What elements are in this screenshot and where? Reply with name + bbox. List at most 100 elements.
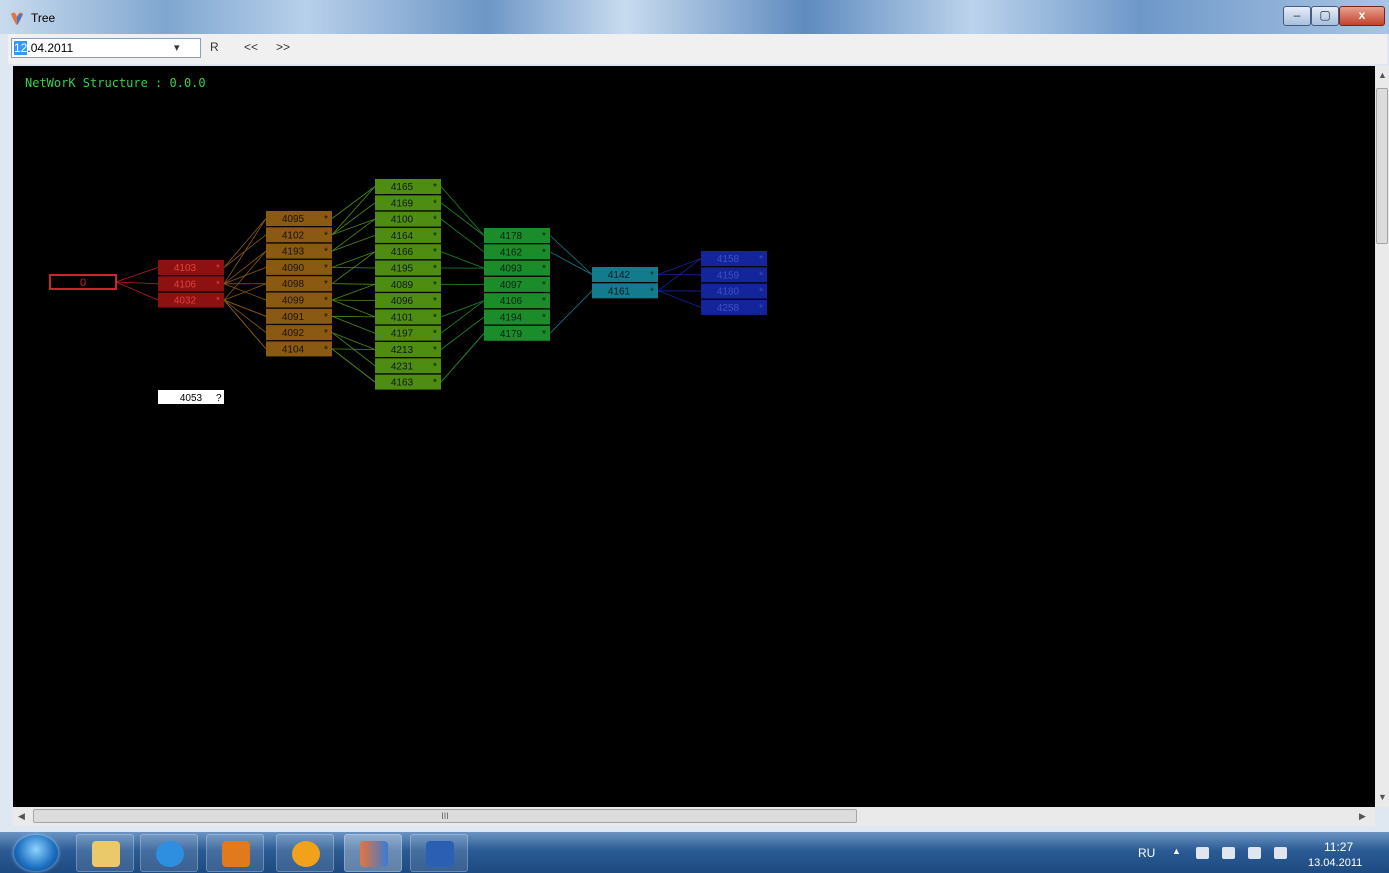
tree-node[interactable]: 4098 * <box>266 276 332 292</box>
tree-node-marker[interactable]: * <box>324 296 328 307</box>
device-icon[interactable] <box>1222 847 1235 859</box>
tree-node-marker[interactable]: * <box>433 231 437 242</box>
tree-node[interactable]: 4032 * <box>158 292 224 308</box>
title-bar[interactable]: Tree – ▢ x <box>0 0 1389 34</box>
tree-node[interactable]: 4164 * <box>375 227 441 243</box>
tree-node-marker[interactable]: * <box>324 247 328 258</box>
tree-node[interactable]: 4166 * <box>375 244 441 260</box>
vertical-scroll-thumb[interactable] <box>1376 88 1388 244</box>
tree-node[interactable]: 4093 * <box>484 260 550 276</box>
tree-node[interactable]: 4103 * <box>158 260 224 275</box>
tree-node[interactable]: 4213 * <box>375 342 441 357</box>
tree-node-marker[interactable]: * <box>433 264 437 275</box>
tree-node[interactable]: 4162 * <box>484 244 550 260</box>
tree-node[interactable]: 4091 * <box>266 308 332 324</box>
network-canvas[interactable]: NetWorK Structure : 0.0.0 0 4103 * 4106 * 403… <box>13 66 1375 807</box>
tree-node-marker[interactable]: * <box>759 270 763 281</box>
scroll-right-icon[interactable]: ▶ <box>1359 811 1366 822</box>
horizontal-scroll-thumb[interactable]: III <box>33 809 857 823</box>
tree-node-marker[interactable]: * <box>433 198 437 209</box>
tree-node[interactable]: 4197 * <box>375 325 441 341</box>
tree-node-marker[interactable]: * <box>542 313 546 324</box>
tree-node-marker[interactable]: * <box>216 263 220 274</box>
tree-node[interactable]: 4159 * <box>701 267 767 283</box>
tree-node-marker[interactable]: * <box>433 329 437 340</box>
horizontal-scrollbar[interactable]: ◀ III ▶ <box>13 807 1375 826</box>
tree-node[interactable]: 4101 * <box>375 309 441 325</box>
refresh-button[interactable]: R <box>210 40 219 54</box>
tree-node[interactable]: 4106 * <box>158 276 224 292</box>
tree-node-marker[interactable]: * <box>542 231 546 242</box>
tree-node-marker[interactable]: * <box>542 264 546 275</box>
tree-node[interactable]: 4258 * <box>701 299 767 315</box>
tree-node[interactable]: 4097 * <box>484 276 550 292</box>
taskbar-media-player[interactable] <box>206 834 264 872</box>
start-button[interactable] <box>14 835 58 871</box>
network-icon[interactable] <box>1248 847 1261 859</box>
tree-node[interactable]: 4142 * <box>592 267 658 282</box>
tree-node[interactable]: 4096 * <box>375 293 441 309</box>
next-button[interactable]: >> <box>276 40 290 54</box>
tree-node[interactable]: 4106 * <box>484 293 550 309</box>
tree-node[interactable]: 4095 * <box>266 211 332 226</box>
tree-node-marker[interactable]: * <box>433 215 437 226</box>
tree-node[interactable]: 4193 * <box>266 243 332 259</box>
scroll-down-icon[interactable]: ▼ <box>1378 792 1387 802</box>
tree-node-marker[interactable]: * <box>324 312 328 323</box>
tree-node[interactable]: 4099 * <box>266 292 332 308</box>
tree-node-marker[interactable]: * <box>433 296 437 307</box>
tree-node-marker[interactable]: * <box>542 280 546 291</box>
tree-node-marker[interactable]: * <box>433 247 437 258</box>
tree-node-marker[interactable]: * <box>542 247 546 258</box>
tree-node-marker[interactable]: * <box>324 230 328 241</box>
taskbar-ie[interactable] <box>140 834 198 872</box>
tree-node[interactable]: 4104 * <box>266 341 332 357</box>
tree-node-marker[interactable]: * <box>759 287 763 298</box>
tree-node-marker[interactable]: * <box>542 329 546 340</box>
tree-node[interactable]: 4158 * <box>701 251 767 266</box>
tree-node-marker[interactable]: * <box>433 280 437 291</box>
tree-node-marker[interactable]: * <box>650 286 654 297</box>
tree-node-marker[interactable]: * <box>324 344 328 355</box>
clock-time[interactable]: 11:27 <box>1324 840 1353 854</box>
tree-node[interactable]: 4089 * <box>375 276 441 292</box>
tree-node-marker[interactable]: * <box>650 270 654 281</box>
prev-button[interactable]: << <box>244 40 258 54</box>
taskbar-app[interactable] <box>276 834 334 872</box>
date-picker[interactable]: 12.04.2011 ▾ <box>11 38 201 58</box>
tree-node-marker[interactable]: * <box>433 378 437 389</box>
tree-node[interactable]: 4165 * <box>375 179 441 194</box>
tree-node[interactable]: 4178 * <box>484 228 550 243</box>
scroll-left-icon[interactable]: ◀ <box>18 811 25 822</box>
tree-node-marker[interactable]: * <box>216 296 220 307</box>
tree-node[interactable]: 4161 * <box>592 283 658 299</box>
tree-node-marker[interactable]: * <box>433 182 437 193</box>
tree-node-marker[interactable]: * <box>324 328 328 339</box>
tree-node[interactable]: 4092 * <box>266 325 332 341</box>
taskbar-word[interactable] <box>410 834 468 872</box>
tree-node-marker[interactable]: * <box>433 345 437 356</box>
close-button[interactable]: x <box>1339 6 1385 26</box>
minimize-button[interactable]: – <box>1283 6 1311 26</box>
tree-node[interactable]: 4194 * <box>484 309 550 325</box>
scroll-up-icon[interactable]: ▲ <box>1378 70 1387 80</box>
tree-node[interactable]: 4231 * <box>375 358 441 374</box>
tree-node-marker[interactable]: * <box>324 214 328 225</box>
language-indicator[interactable]: RU <box>1138 846 1155 860</box>
clock-date[interactable]: 13.04.2011 <box>1308 857 1362 869</box>
tree-node[interactable]: 4100 * <box>375 211 441 227</box>
tree-node[interactable]: 4195 * <box>375 260 441 276</box>
date-rest[interactable]: .04.2011 <box>27 41 73 55</box>
tree-node-marker[interactable]: * <box>759 303 763 314</box>
flag-icon[interactable] <box>1196 847 1209 859</box>
tree-node[interactable]: 4163 * <box>375 374 441 390</box>
tree-node[interactable]: 4169 * <box>375 195 441 211</box>
tree-node-marker[interactable]: * <box>433 312 437 323</box>
orphan-node[interactable]: 4053? <box>158 390 224 404</box>
tree-node[interactable]: 4179 * <box>484 325 550 341</box>
calendar-dropdown-icon[interactable]: ▾ <box>174 40 198 56</box>
tree-node[interactable]: 4090 * <box>266 259 332 275</box>
tree-node-marker[interactable]: * <box>216 279 220 290</box>
maximize-button[interactable]: ▢ <box>1311 6 1339 26</box>
vertical-scrollbar[interactable]: ▲ ▼ <box>1375 66 1389 807</box>
